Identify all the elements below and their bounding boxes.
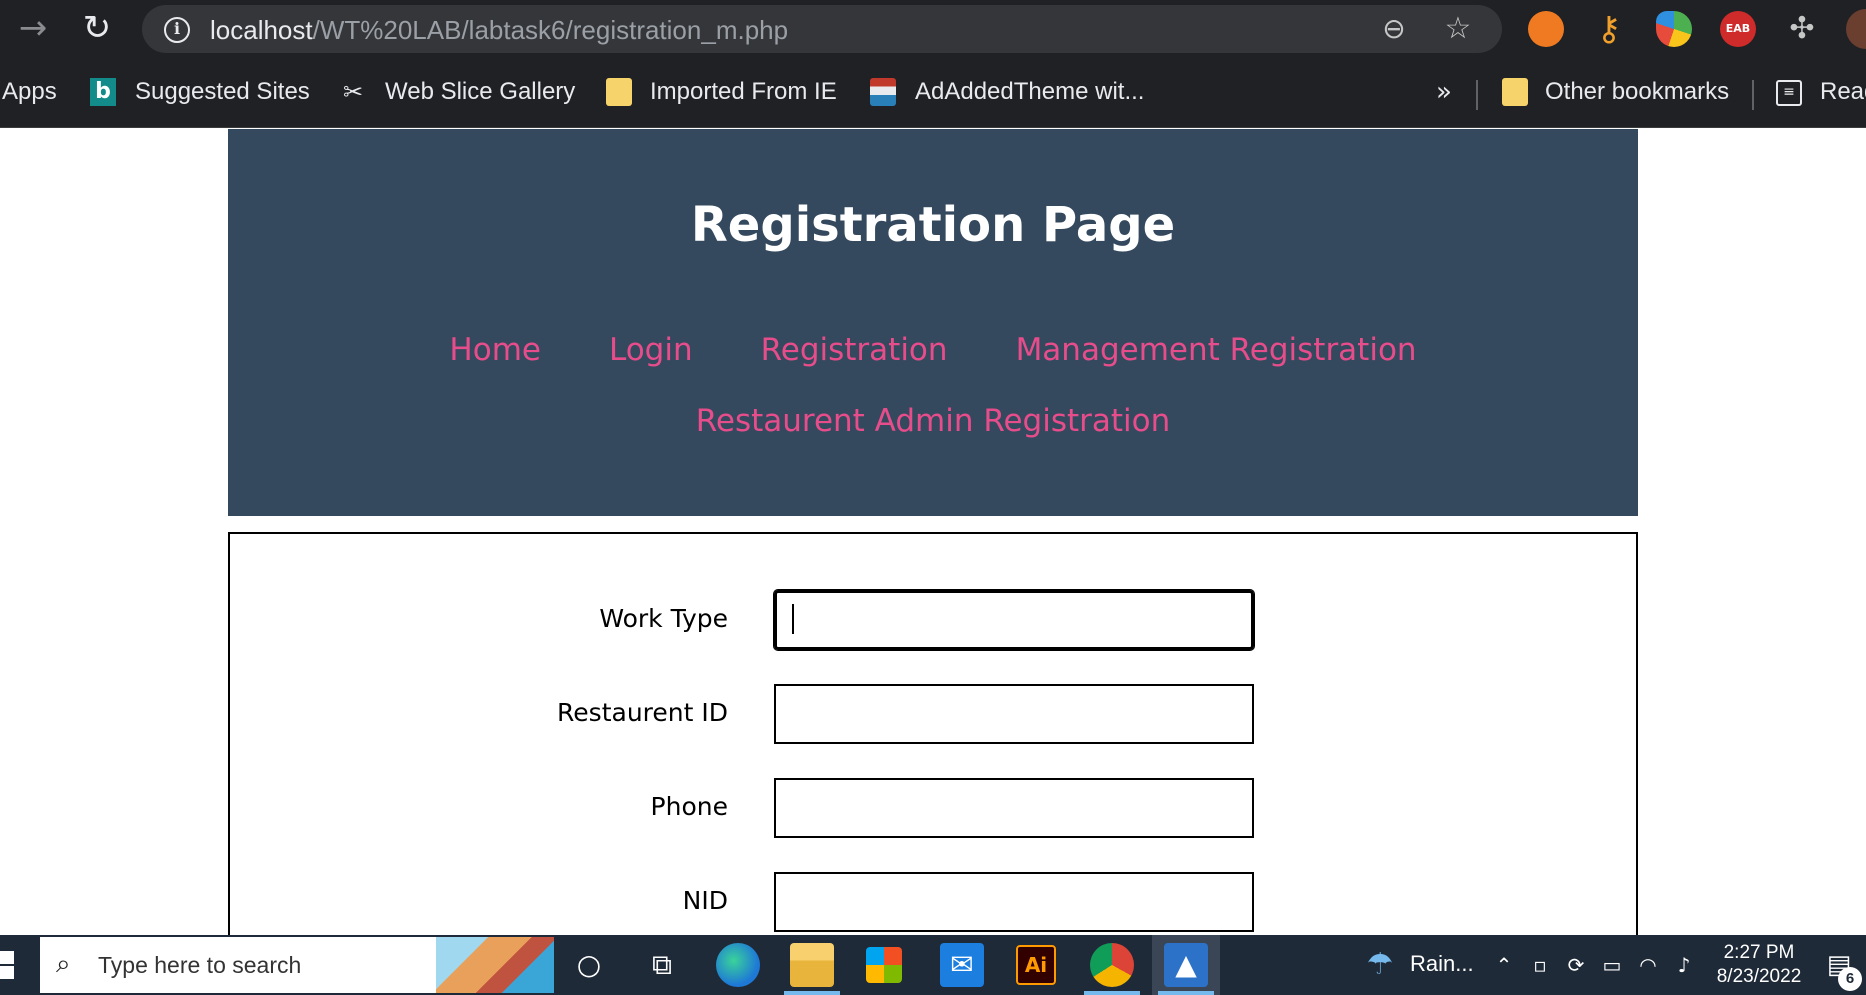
task-view-icon[interactable]: ⧉ [640, 943, 684, 987]
address-bar[interactable]: i localhost/WT%20LAB/labtask6/registrati… [142, 5, 1502, 53]
edge-icon[interactable] [716, 943, 760, 987]
nav-link-management-registration[interactable]: Management Registration [1016, 332, 1417, 368]
umbrella-weather-icon[interactable]: ☂ [1362, 947, 1398, 983]
url-host: localhost [210, 15, 313, 45]
theme-icon [870, 78, 896, 106]
taskbar: ⌕ Type here to search ○ ⧉ ✉ Ai ▲ ☂ Rain.… [0, 935, 1866, 995]
clock-date: 8/23/2022 [1716, 966, 1802, 987]
mail-icon[interactable]: ✉ [940, 943, 984, 987]
weather-text[interactable]: Rain... [1410, 951, 1474, 977]
microsoft-store-icon[interactable] [866, 947, 902, 983]
nav-link-registration[interactable]: Registration [761, 332, 948, 368]
forward-arrow-icon[interactable]: → [14, 10, 52, 48]
chrome-icon[interactable] [1090, 943, 1134, 987]
work-type-input[interactable] [773, 589, 1255, 651]
reading-list-icon[interactable]: ≡ [1776, 80, 1802, 106]
page-title: Registration Page [690, 197, 1176, 253]
illustrator-icon[interactable]: Ai [1016, 945, 1056, 985]
bookmark-imported-from-ie[interactable]: Imported From IE [650, 74, 837, 110]
nav-link-home[interactable]: Home [449, 332, 541, 368]
photos-icon[interactable]: ▲ [1164, 943, 1208, 987]
web-slice-icon: ✂ [342, 78, 364, 106]
form-row-phone: Phone [230, 778, 1640, 838]
search-highlight-image [436, 937, 554, 993]
nav-links-row2: Restaurent Admin Registration [228, 403, 1638, 439]
bookmark-star-icon[interactable]: ☆ [1442, 13, 1474, 45]
bookmarks-bar: Apps b Suggested Sites ✂ Web Slice Galle… [0, 58, 1866, 128]
nav-link-restaurent-admin-registration[interactable]: Restaurent Admin Registration [696, 403, 1171, 439]
reload-icon[interactable]: ↻ [78, 10, 116, 48]
meet-now-icon[interactable]: ▫ [1526, 949, 1554, 981]
search-icon: ⌕ [56, 949, 71, 979]
show-hidden-icons-icon[interactable]: ⌃ [1490, 949, 1518, 981]
web-page: Registration Page Home Login Registration M… [0, 129, 1866, 935]
bookmark-apps[interactable]: Apps [2, 74, 57, 110]
form-row-work-type: Work Type [230, 589, 1640, 651]
bookmark-reading-list[interactable]: Read [1820, 74, 1866, 110]
url-path: /WT%20LAB/labtask6/registration_m.php [312, 15, 789, 45]
bookmarks-overflow-chevron[interactable]: » [1436, 74, 1452, 110]
extension-rss-icon[interactable] [1528, 11, 1564, 47]
taskbar-clock[interactable]: 2:27 PM 8/23/2022 [1704, 941, 1814, 989]
form-row-restaurent-id: Restaurent ID [230, 684, 1640, 744]
extension-key-icon[interactable]: ⚷ [1591, 11, 1627, 47]
work-type-label: Work Type [599, 604, 728, 633]
phone-input[interactable] [774, 778, 1254, 838]
volume-icon[interactable]: ♪ [1670, 949, 1698, 981]
bookmarks-divider [1476, 80, 1478, 110]
form-row-nid: NID [230, 872, 1640, 932]
restaurent-id-label: Restaurent ID [557, 698, 728, 727]
nav-link-login[interactable]: Login [609, 332, 693, 368]
bookmark-suggested-sites[interactable]: Suggested Sites [135, 74, 310, 110]
browser-toolbar: → ↻ i localhost/WT%20LAB/labtask6/regist… [0, 0, 1866, 58]
battery-icon[interactable]: ▭ [1598, 949, 1626, 981]
cortana-icon[interactable]: ○ [567, 943, 611, 987]
file-explorer-icon[interactable] [790, 943, 834, 987]
nid-label: NID [682, 886, 728, 915]
restaurent-id-input[interactable] [774, 684, 1254, 744]
wifi-icon[interactable]: ◠ [1634, 949, 1662, 981]
text-cursor [792, 604, 794, 634]
folder-icon [606, 78, 632, 106]
bookmark-other-bookmarks[interactable]: Other bookmarks [1545, 74, 1729, 110]
phone-label: Phone [650, 792, 728, 821]
extension-globe-icon[interactable] [1656, 11, 1692, 47]
bing-icon: b [90, 78, 116, 106]
registration-form: Work Type Restaurent ID Phone NID [228, 532, 1638, 935]
extension-eab-icon[interactable]: EAB [1720, 11, 1756, 47]
taskbar-search-box[interactable]: ⌕ Type here to search [40, 937, 554, 993]
site-info-icon[interactable]: i [164, 17, 190, 43]
bookmarks-divider [1752, 80, 1754, 110]
sync-icon[interactable]: ⟳ [1562, 949, 1590, 981]
bookmark-adaddedtheme[interactable]: AdAddedTheme wit... [915, 74, 1144, 110]
nid-input[interactable] [774, 872, 1254, 932]
page-header: Registration Page Home Login Registration M… [228, 129, 1638, 516]
running-indicator [784, 991, 840, 995]
zoom-icon[interactable]: ⊖ [1378, 13, 1410, 45]
profile-avatar[interactable] [1846, 9, 1866, 49]
nav-links: Home Login Registration Management Registra… [228, 332, 1638, 368]
extensions-puzzle-icon[interactable]: ✣ [1784, 11, 1820, 47]
windows-start-icon[interactable] [0, 951, 14, 979]
notification-count-badge: 6 [1838, 967, 1862, 991]
running-indicator [1084, 991, 1140, 995]
search-placeholder: Type here to search [98, 952, 302, 978]
running-indicator [1158, 991, 1214, 995]
folder-icon [1502, 78, 1528, 106]
url-text[interactable]: localhost/WT%20LAB/labtask6/registration… [210, 15, 788, 46]
bookmark-web-slice-gallery[interactable]: Web Slice Gallery [385, 74, 575, 110]
clock-time: 2:27 PM [1723, 942, 1795, 963]
